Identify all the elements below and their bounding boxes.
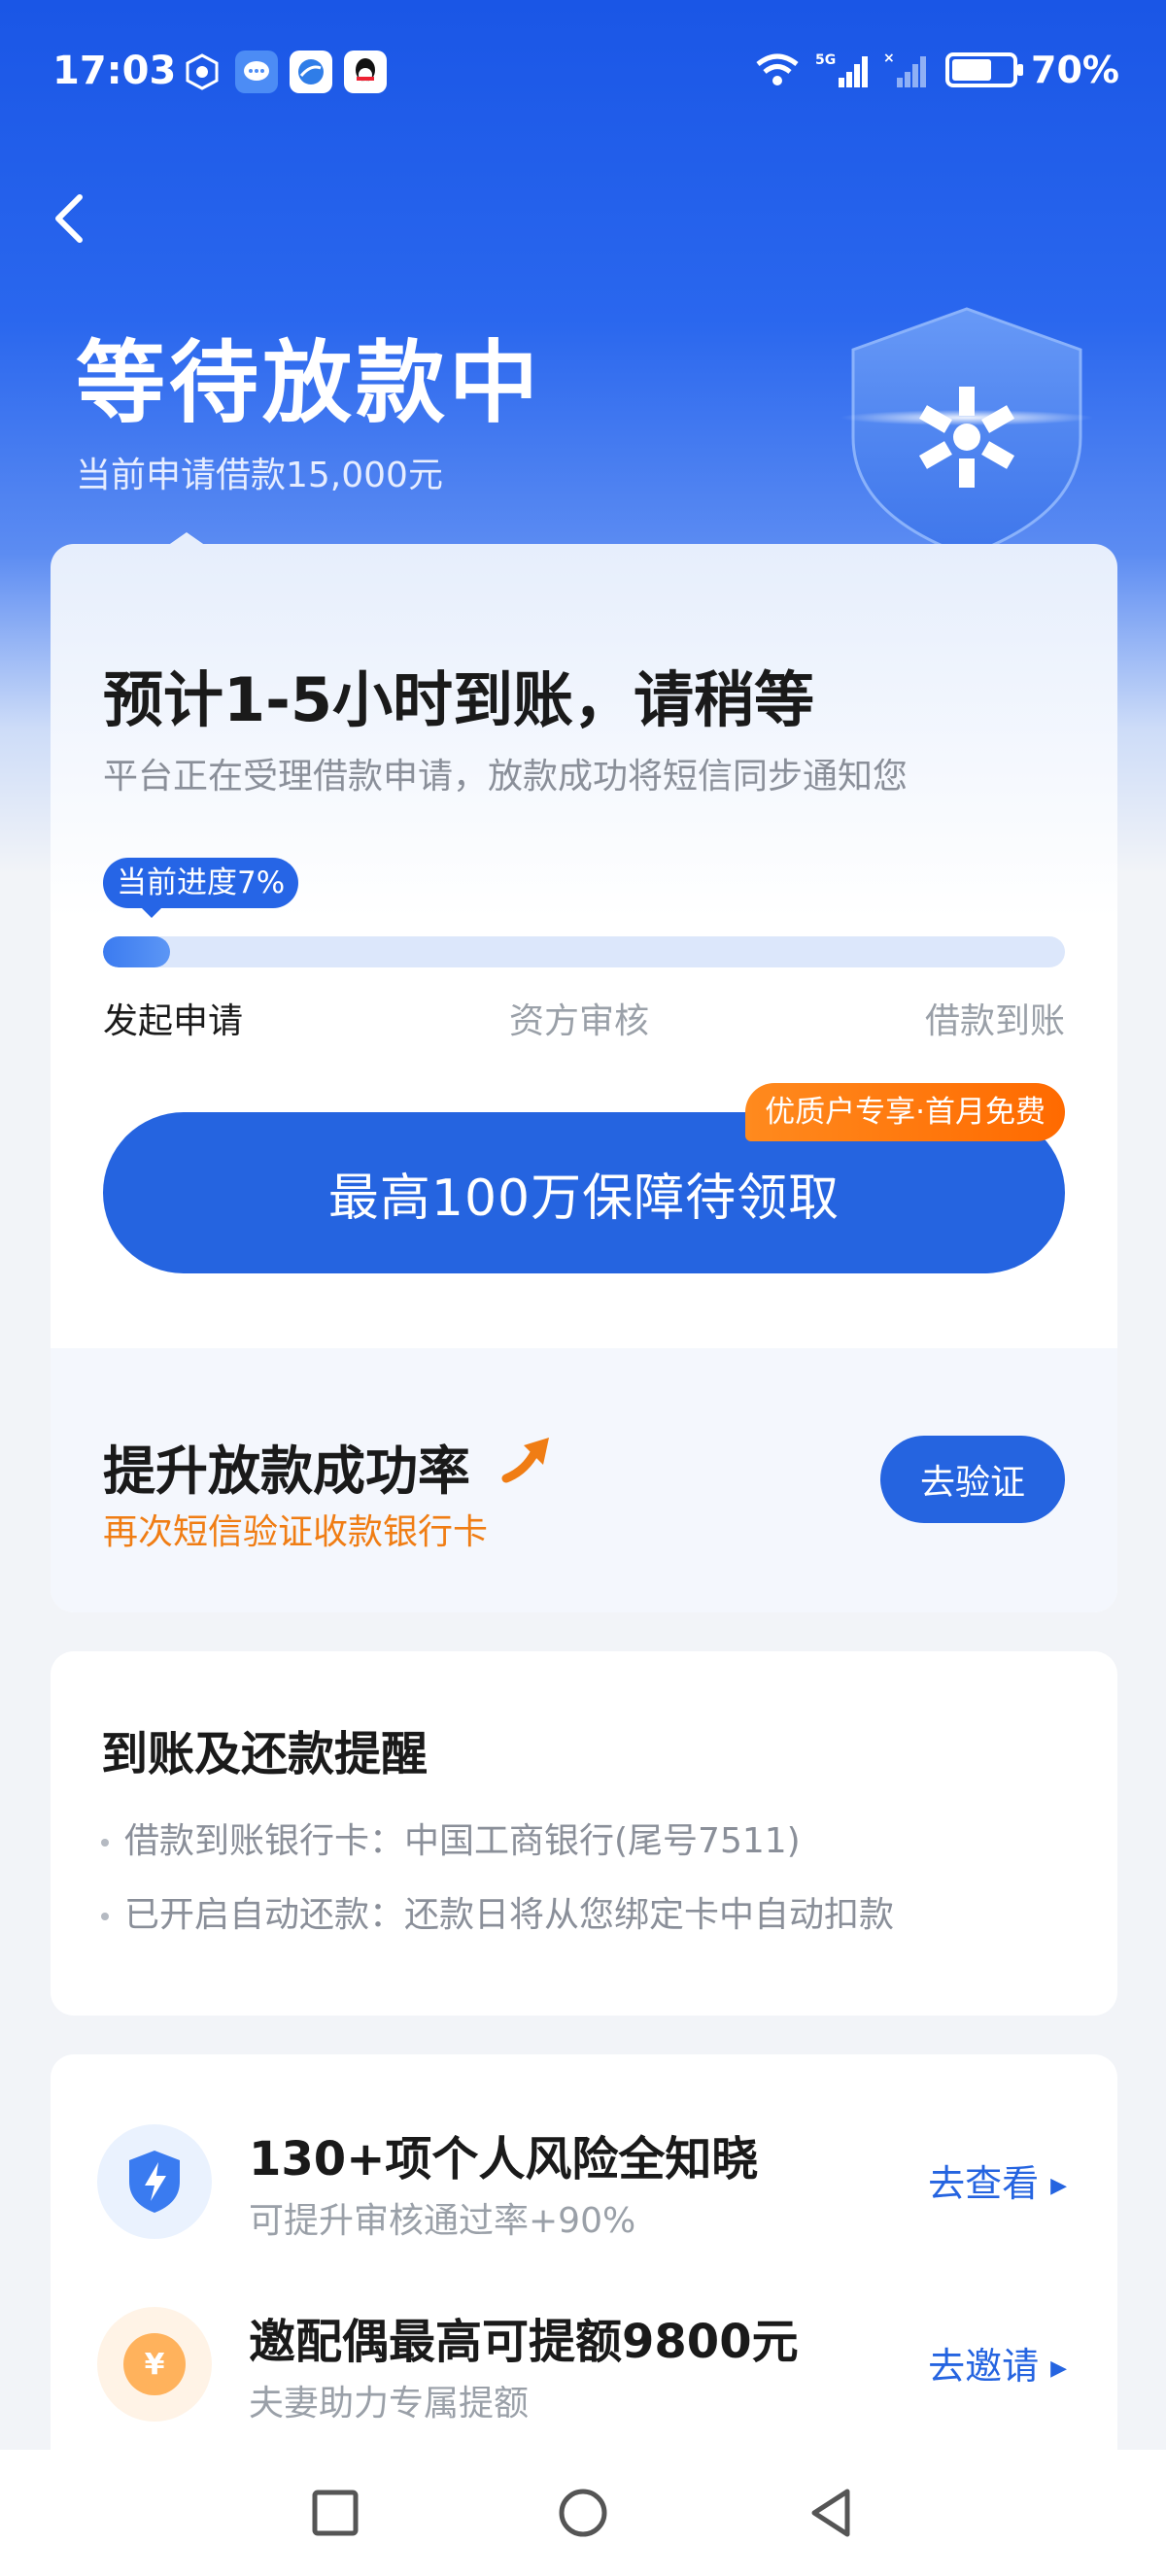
status-right: 5G × 70%	[753, 49, 1119, 91]
reminder-card: 到账及还款提醒 借款到账银行卡：中国工商银行(尾号7511) 已开启自动还款：还…	[51, 1651, 1117, 2016]
reminder-autopay-text: 已开启自动还款：还款日将从您绑定卡中自动扣款	[124, 1895, 895, 1935]
back-button[interactable]	[49, 189, 97, 248]
system-nav-bar	[0, 2450, 1166, 2576]
card-notch	[167, 532, 206, 546]
boost-subtitle: 再次短信验证收款银行卡	[103, 1512, 489, 1552]
premium-badge: 优质户专享·首月免费	[745, 1083, 1065, 1141]
triangle-right-icon: ▶	[1050, 2174, 1067, 2198]
stage-arrival: 借款到账	[924, 1001, 1065, 1041]
status-time: 17:03	[52, 49, 177, 93]
lightning-shield-icon	[97, 2124, 212, 2239]
reminder-bank-text: 借款到账银行卡：中国工商银行(尾号7511)	[124, 1821, 801, 1861]
status-app-icons	[181, 51, 387, 93]
home-button[interactable]	[549, 2479, 617, 2547]
wifi-icon	[756, 53, 799, 85]
yuan-icon: ¥	[123, 2333, 186, 2395]
service-row-risk[interactable]: 130+项个人风险全知晓 可提升审核通过率+90% 去查看 ▶	[51, 2111, 1117, 2247]
view-link-label: 去查看	[928, 2162, 1040, 2205]
nav-back-button[interactable]	[797, 2479, 865, 2547]
square-icon	[312, 2490, 359, 2536]
circle-icon	[559, 2489, 607, 2537]
boost-title: 提升放款成功率	[103, 1441, 470, 1502]
progress-badge: 当前进度7%	[103, 858, 299, 918]
reminder-item-autopay: 已开启自动还款：还款日将从您绑定卡中自动扣款	[101, 1886, 894, 1937]
trending-up-arrow-icon	[501, 1438, 549, 1483]
recent-apps-button[interactable]	[301, 2479, 369, 2547]
triangle-right-icon: ▶	[1050, 2356, 1067, 2381]
loan-amount-subtitle: 当前申请借款15,000元	[76, 456, 443, 495]
shield-emblem-icon	[840, 307, 1093, 558]
service-risk-title: 130+项个人风险全知晓	[249, 2132, 759, 2186]
stage-review: 资方审核	[509, 1001, 650, 1041]
signal-empty-icon: ×	[883, 51, 927, 87]
eta-heading: 预计1-5小时到账，请稍等	[103, 664, 815, 735]
view-link[interactable]: 去查看 ▶	[928, 2153, 1067, 2207]
shield-app-icon	[181, 51, 223, 93]
progress-card: 预计1-5小时到账，请稍等 平台正在受理借款申请，放款成功将短信同步通知您 当前…	[51, 544, 1117, 1612]
boost-section: 提升放款成功率 再次短信验证收款银行卡 去验证	[51, 1348, 1117, 1612]
service-invite-title: 邀配偶最高可提额9800元	[249, 2315, 799, 2369]
bullet-dot	[101, 1839, 109, 1847]
bullet-dot	[101, 1913, 109, 1920]
signal-5g-icon: 5G	[815, 52, 869, 87]
verify-button[interactable]: 去验证	[880, 1436, 1065, 1523]
reminder-item-bank: 借款到账银行卡：中国工商银行(尾号7511)	[101, 1813, 801, 1863]
service-risk-subtitle: 可提升审核通过率+90%	[249, 2201, 636, 2241]
browser-app-icon	[290, 51, 332, 93]
battery-icon	[945, 52, 1024, 87]
triangle-back-icon	[811, 2489, 850, 2537]
reminder-title: 到账及还款提醒	[101, 1727, 429, 1781]
service-row-invite[interactable]: ¥ 邀配偶最高可提额9800元 夫妻助力专属提额 去邀请 ▶	[51, 2293, 1117, 2429]
status-bar: 17:03 5G × 70%	[0, 0, 1166, 146]
svg-text:5G: 5G	[815, 52, 836, 68]
service-invite-subtitle: 夫妻助力专属提额	[249, 2384, 530, 2423]
eta-description: 平台正在受理借款申请，放款成功将短信同步通知您	[103, 757, 909, 797]
message-app-icon	[235, 51, 278, 93]
page-title: 等待放款中	[76, 331, 543, 435]
stage-apply: 发起申请	[103, 1001, 244, 1041]
invite-link-label: 去邀请	[928, 2345, 1040, 2388]
progress-bar	[103, 936, 1065, 967]
progress-fill	[103, 936, 171, 967]
chevron-left-icon	[55, 194, 83, 243]
qq-app-icon	[344, 51, 387, 93]
svg-text:×: ×	[883, 51, 895, 66]
invite-link[interactable]: 去邀请 ▶	[928, 2336, 1067, 2390]
battery-percent: 70%	[1031, 49, 1119, 91]
yuan-coin-icon: ¥	[97, 2307, 212, 2422]
